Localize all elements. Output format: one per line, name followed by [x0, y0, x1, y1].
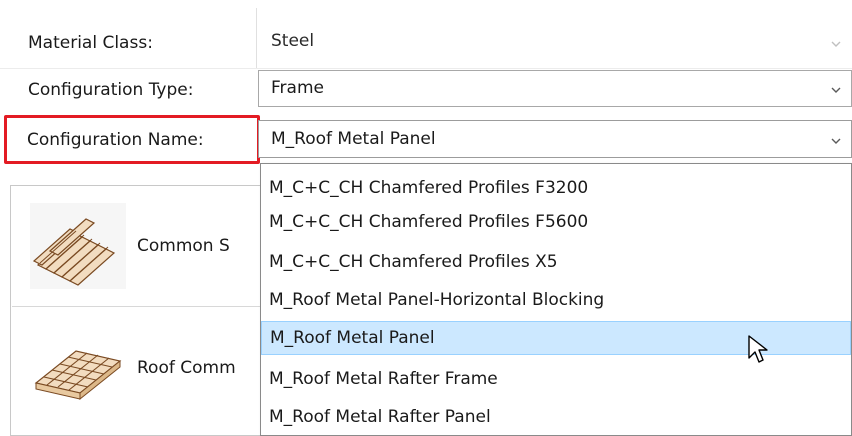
chevron-down-icon[interactable] [829, 134, 843, 148]
dropdown-option[interactable]: M_C+C_CH Chamfered Profiles F5600 [261, 205, 851, 239]
configuration-type-value: Frame [271, 78, 324, 98]
tile-divider [12, 306, 272, 307]
configuration-name-label: Configuration Name: [27, 130, 204, 150]
configuration-type-label: Configuration Type: [28, 80, 194, 100]
dropdown-option[interactable]: M_Roof Metal Rafter Panel [261, 400, 851, 434]
chevron-down-icon[interactable] [829, 37, 843, 51]
chevron-down-icon[interactable] [829, 83, 843, 97]
tile-label[interactable]: Common S [137, 235, 230, 257]
lattice-framing-icon[interactable] [30, 325, 126, 411]
dropdown-option[interactable]: M_Roof Metal Panel-Horizontal Blocking [261, 283, 851, 317]
configuration-name-value: M_Roof Metal Panel [271, 129, 436, 149]
material-class-label: Material Class: [28, 33, 153, 53]
configuration-name-dropdown: M_C+C_CH Chamfered Profiles F3200 M_C+C_… [260, 163, 852, 436]
mouse-cursor-icon [748, 335, 768, 363]
column-divider [256, 8, 257, 68]
parallel-slats-icon[interactable] [30, 203, 126, 289]
dropdown-option[interactable]: M_Roof Metal Rafter Frame [261, 362, 851, 396]
row-divider [0, 68, 852, 69]
material-class-value[interactable]: Steel [271, 30, 314, 52]
dropdown-option[interactable]: M_C+C_CH Chamfered Profiles X5 [261, 245, 851, 279]
dropdown-option[interactable]: M_C+C_CH Chamfered Profiles F3200 [261, 171, 851, 205]
configuration-type-select[interactable] [258, 70, 852, 107]
tile-label[interactable]: Roof Comm [137, 357, 236, 379]
